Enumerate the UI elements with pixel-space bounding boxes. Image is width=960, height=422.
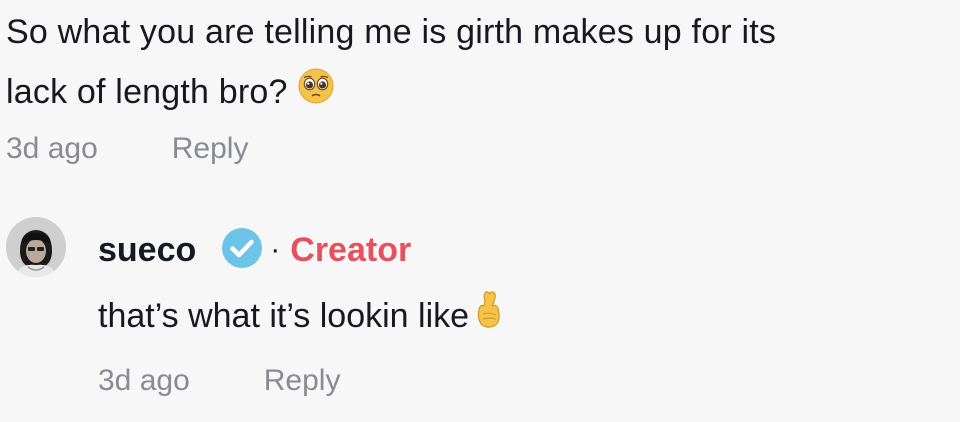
parent-comment-time: 3d ago <box>6 132 98 165</box>
reply-comment-text: that’s what it’s lookin like <box>98 288 507 344</box>
crossed-fingers-icon <box>469 288 507 344</box>
creator-badge: Creator <box>290 230 412 269</box>
pleading-face-icon <box>297 64 335 124</box>
parent-reply-button[interactable]: Reply <box>172 132 249 166</box>
reply-header: sueco · Creator <box>98 224 411 276</box>
parent-comment-line-2-text: lack of length bro? <box>6 73 288 111</box>
parent-comment-line-1: So what you are telling me is girth make… <box>6 13 777 51</box>
reply-reply-button[interactable]: Reply <box>264 364 341 398</box>
reply-comment-body: that’s what it’s lookin like <box>98 297 470 335</box>
reply-username[interactable]: sueco <box>98 231 196 270</box>
parent-comment-meta: 3d ago Reply <box>6 132 248 166</box>
parent-comment-line-2: lack of length bro? <box>6 62 946 124</box>
avatar[interactable] <box>6 217 66 277</box>
verified-check-icon <box>220 226 264 275</box>
parent-comment-text: So what you are telling me is girth make… <box>6 2 946 124</box>
reply-comment-time: 3d ago <box>98 364 190 397</box>
separator-dot: · <box>270 233 281 266</box>
reply-comment-meta: 3d ago Reply <box>98 364 340 398</box>
